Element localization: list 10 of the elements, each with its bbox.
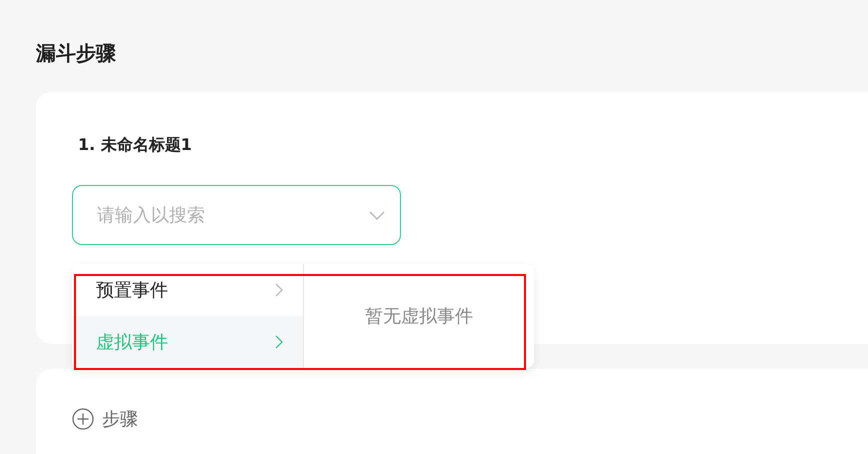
step-title: 1. 未命名标题1 bbox=[78, 134, 193, 156]
menu-item[interactable]: 预置事件 bbox=[72, 264, 303, 316]
add-step-button[interactable]: 步骤 bbox=[72, 407, 138, 431]
chevron-right-icon bbox=[275, 283, 283, 297]
chevron-down-icon bbox=[369, 211, 385, 220]
search-select[interactable]: 请输入以搜索 bbox=[72, 185, 401, 245]
section-title: 漏斗步骤 bbox=[36, 40, 117, 66]
chevron-right-icon bbox=[275, 335, 283, 349]
plus-circle-icon bbox=[72, 408, 94, 430]
empty-text: 暂无虚拟事件 bbox=[365, 305, 473, 328]
